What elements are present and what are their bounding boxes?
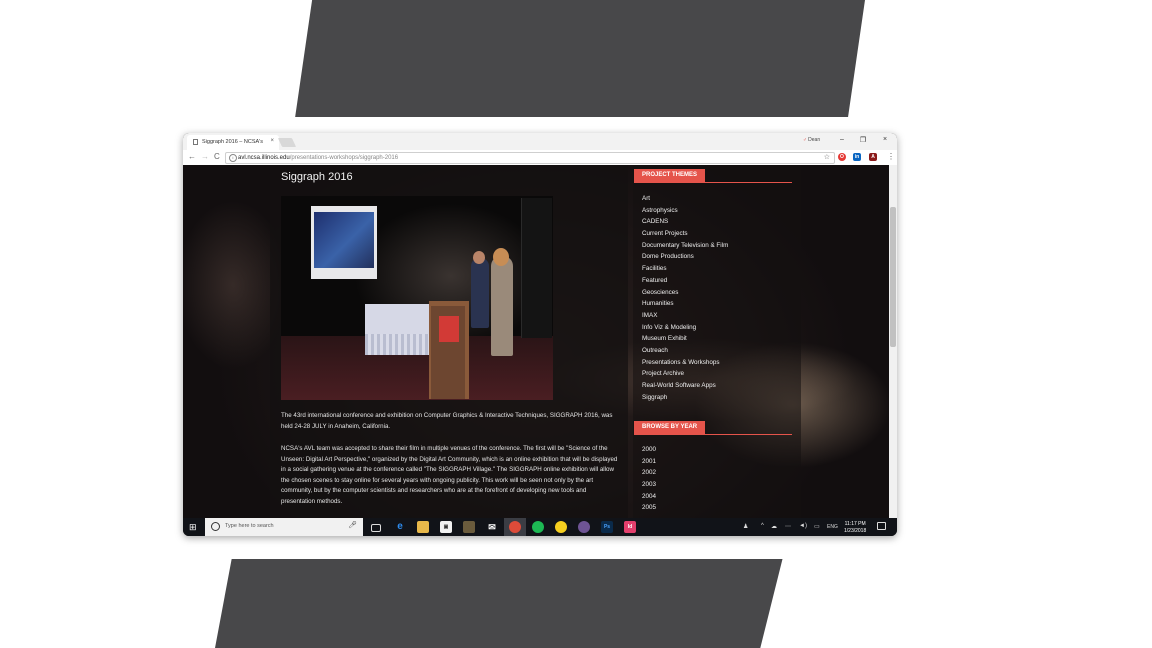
project-theme-link[interactable]: Facilities bbox=[642, 263, 728, 275]
project-theme-link[interactable]: Info Viz & Modeling bbox=[642, 322, 728, 334]
url-host: avl.ncsa.illinois.edu bbox=[238, 155, 290, 161]
project-theme-link[interactable]: Current Projects bbox=[642, 228, 728, 240]
year-link[interactable]: 2000 bbox=[642, 444, 656, 456]
project-themes-list: Art Astrophysics CADENS Current Projects Doc… bbox=[642, 193, 728, 403]
year-link[interactable]: 2002 bbox=[642, 467, 656, 479]
file-explorer-icon[interactable] bbox=[417, 521, 429, 533]
project-theme-link[interactable]: Presentations & Workshops bbox=[642, 357, 728, 369]
project-theme-link[interactable]: Featured bbox=[642, 275, 728, 287]
project-theme-link[interactable]: IMAX bbox=[642, 310, 728, 322]
network-icon[interactable]: ⋯ bbox=[785, 523, 791, 530]
project-themes-heading: PROJECT THEMES bbox=[634, 169, 706, 182]
linkedin-extension-icon[interactable]: in bbox=[853, 153, 861, 161]
reload-button[interactable]: C bbox=[214, 152, 220, 161]
browser-menu-icon[interactable]: ⋮ bbox=[887, 152, 895, 161]
microphone-icon[interactable]: 🎤︎ bbox=[348, 521, 357, 529]
project-theme-link[interactable]: Humanities bbox=[642, 298, 728, 310]
profile-button[interactable]: ♂ Dean bbox=[803, 137, 820, 143]
decorative-slant-top bbox=[295, 0, 865, 118]
store-icon[interactable]: ▣ bbox=[440, 521, 452, 533]
indesign-icon[interactable]: Id bbox=[624, 521, 636, 533]
github-icon[interactable] bbox=[578, 521, 590, 533]
forward-button[interactable]: → bbox=[201, 152, 209, 161]
navigation-bar: ← → C i avl.ncsa.illinois.edu/presentati… bbox=[183, 150, 897, 166]
notification-icon[interactable] bbox=[877, 522, 886, 530]
address-bar[interactable]: i avl.ncsa.illinois.edu/presentations-wo… bbox=[225, 152, 835, 164]
windows-start-icon[interactable]: ⊞ bbox=[189, 523, 197, 532]
site-info-icon[interactable]: i bbox=[229, 154, 237, 162]
volume-icon[interactable]: ◄) bbox=[799, 523, 807, 529]
windows-taskbar: ⊞ Type here to search 🎤︎ e ▣ ✉ Ps Id ♟ ^… bbox=[183, 518, 897, 536]
year-list: 2000 2001 2002 2003 2004 2005 bbox=[642, 444, 656, 514]
search-placeholder: Type here to search bbox=[225, 523, 274, 529]
project-theme-link[interactable]: Outreach bbox=[642, 345, 728, 357]
pdf-extension-icon[interactable]: A bbox=[869, 153, 877, 161]
maximize-button[interactable]: ❐ bbox=[858, 136, 868, 144]
minimize-button[interactable]: – bbox=[837, 136, 847, 143]
tab-close-icon[interactable]: × bbox=[270, 138, 274, 144]
bookmark-star-icon[interactable]: ☆ bbox=[824, 153, 830, 163]
photoshop-icon[interactable]: Ps bbox=[601, 521, 613, 533]
project-theme-link[interactable]: Real-World Software Apps bbox=[642, 380, 728, 392]
app-icon[interactable] bbox=[463, 521, 475, 533]
project-theme-link[interactable]: Geosciences bbox=[642, 287, 728, 299]
url-path: /presentations-workshops/siggraph-2016 bbox=[289, 155, 399, 161]
themes-divider bbox=[634, 182, 792, 183]
sticky-app-icon[interactable] bbox=[555, 521, 567, 533]
project-theme-link[interactable]: Astrophysics bbox=[642, 205, 728, 217]
onedrive-icon[interactable]: ☁ bbox=[771, 523, 777, 530]
taskbar-search-box[interactable]: Type here to search 🎤︎ bbox=[205, 518, 363, 536]
profile-icon: ♂ bbox=[803, 137, 807, 143]
intro-paragraph: The 43rd international conference and ex… bbox=[281, 412, 613, 430]
opera-extension-icon[interactable]: O bbox=[838, 153, 846, 161]
url-text: avl.ncsa.illinois.edu/presentations-work… bbox=[238, 153, 398, 163]
close-window-button[interactable]: × bbox=[880, 136, 890, 143]
project-theme-link[interactable]: Art bbox=[642, 193, 728, 205]
year-link[interactable]: 2001 bbox=[642, 456, 656, 468]
project-theme-link[interactable]: CADENS bbox=[642, 216, 728, 228]
spotify-icon[interactable] bbox=[532, 521, 544, 533]
taskbar-clock[interactable]: 11:17 PM 1/23/2018 bbox=[844, 521, 866, 534]
language-indicator[interactable]: ENG bbox=[827, 524, 838, 530]
year-link[interactable]: 2004 bbox=[642, 491, 656, 503]
browser-tab[interactable]: Siggraph 2016 – NCSA's × bbox=[187, 135, 279, 150]
cortana-icon bbox=[211, 522, 220, 531]
decorative-slant-bottom bbox=[215, 557, 783, 648]
page-scrollbar[interactable] bbox=[889, 165, 897, 518]
mail-icon[interactable]: ✉ bbox=[486, 521, 498, 533]
web-page: Siggraph 2016 The 43rd international con… bbox=[183, 165, 897, 518]
people-icon[interactable]: ♟ bbox=[743, 523, 748, 530]
scrollbar-thumb[interactable] bbox=[890, 207, 896, 347]
project-theme-link[interactable]: Dome Productions bbox=[642, 251, 728, 263]
clock-date: 1/23/2018 bbox=[844, 527, 867, 534]
chrome-icon[interactable] bbox=[509, 521, 521, 533]
browser-window: Siggraph 2016 – NCSA's × ♂ Dean – ❐ × ← … bbox=[183, 133, 897, 536]
page-icon bbox=[193, 139, 198, 145]
year-link[interactable]: 2005 bbox=[642, 502, 656, 514]
project-theme-link[interactable]: Siggraph bbox=[642, 392, 728, 404]
back-button[interactable]: ← bbox=[188, 152, 196, 161]
page-title: Siggraph 2016 bbox=[281, 171, 353, 183]
profile-name: Dean bbox=[808, 137, 821, 143]
task-view-icon[interactable] bbox=[371, 524, 381, 532]
clock-time: 11:17 PM bbox=[844, 521, 866, 527]
tab-title: Siggraph 2016 – NCSA's bbox=[202, 139, 263, 145]
project-theme-link[interactable]: Project Archive bbox=[642, 368, 728, 380]
year-link[interactable]: 2003 bbox=[642, 479, 656, 491]
project-theme-link[interactable]: Documentary Television & Film bbox=[642, 240, 728, 252]
project-theme-link[interactable]: Museum Exhibit bbox=[642, 333, 728, 345]
body-paragraph: NCSA's AVL team was accepted to share th… bbox=[281, 445, 618, 505]
tab-strip: Siggraph 2016 – NCSA's × ♂ Dean – ❐ × bbox=[183, 133, 897, 150]
new-tab-button[interactable] bbox=[277, 138, 297, 147]
browse-by-year-heading: BROWSE BY YEAR bbox=[634, 421, 706, 434]
article-photo bbox=[281, 196, 553, 400]
years-divider bbox=[634, 434, 792, 435]
tray-expand-icon[interactable]: ^ bbox=[761, 523, 764, 529]
battery-icon[interactable]: ▭ bbox=[814, 523, 820, 530]
edge-icon[interactable]: e bbox=[394, 521, 406, 533]
